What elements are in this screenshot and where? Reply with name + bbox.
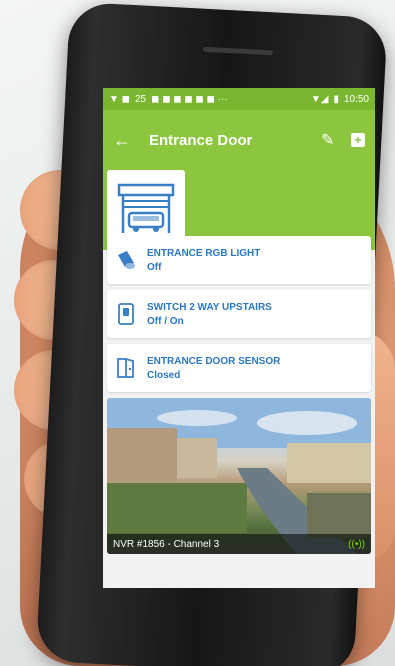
- camera-caption-bar: NVR #1856 - Channel 3 ((•)): [107, 534, 371, 554]
- back-arrow-icon[interactable]: ←: [113, 130, 149, 151]
- battery-level: 25: [134, 93, 147, 105]
- device-state: Off: [147, 261, 162, 273]
- device-name: SWITCH 2 WAY UPSTAIRS: [147, 301, 272, 313]
- notification-icons: ▼ ◼: [109, 93, 130, 105]
- device-name: ENTRANCE DOOR SENSOR: [147, 355, 281, 367]
- clock: 10:50: [343, 93, 369, 105]
- door-sensor-icon: [115, 357, 137, 379]
- speaker: [202, 46, 273, 56]
- battery-icon: ▮: [333, 93, 339, 105]
- status-bar: ▼ ◼ 25 ◼ ◼ ◼ ◼ ◼ ◼ ··· ▼◢ ▮ 10:50: [103, 88, 375, 110]
- device-card-switch[interactable]: SWITCH 2 WAY UPSTAIRS Off / On: [107, 290, 371, 338]
- app-screen: ▼ ◼ 25 ◼ ◼ ◼ ◼ ◼ ◼ ··· ▼◢ ▮ 10:50 ← Entr…: [103, 88, 375, 588]
- signal-icon: ▼◢: [310, 93, 329, 105]
- garage-icon: [117, 183, 175, 233]
- pencil-icon[interactable]: ✎: [321, 130, 351, 150]
- page-title: Entrance Door: [149, 131, 253, 149]
- camera-label: NVR #1856 - Channel 3: [113, 538, 220, 550]
- camera-feed[interactable]: NVR #1856 - Channel 3 ((•)): [107, 398, 371, 554]
- live-stream-icon[interactable]: ((•)): [348, 539, 365, 550]
- add-icon[interactable]: +: [351, 133, 365, 147]
- device-name: ENTRANCE RGB LIGHT: [147, 247, 261, 259]
- device-state: Off / On: [147, 315, 184, 327]
- app-icons: ◼ ◼ ◼ ◼ ◼ ◼ ···: [151, 93, 228, 105]
- device-list: ENTRANCE RGB LIGHT Off SWITCH 2 WAY UPST…: [103, 232, 375, 392]
- app-bar: ← Entrance Door ✎ +: [103, 110, 375, 170]
- lamp-icon: [115, 249, 137, 271]
- switch-icon: [115, 303, 137, 325]
- device-card-rgb-light[interactable]: ENTRANCE RGB LIGHT Off: [107, 236, 371, 284]
- device-card-door-sensor[interactable]: ENTRANCE DOOR SENSOR Closed: [107, 344, 371, 392]
- device-state: Closed: [147, 369, 181, 381]
- camera-image: [107, 398, 371, 554]
